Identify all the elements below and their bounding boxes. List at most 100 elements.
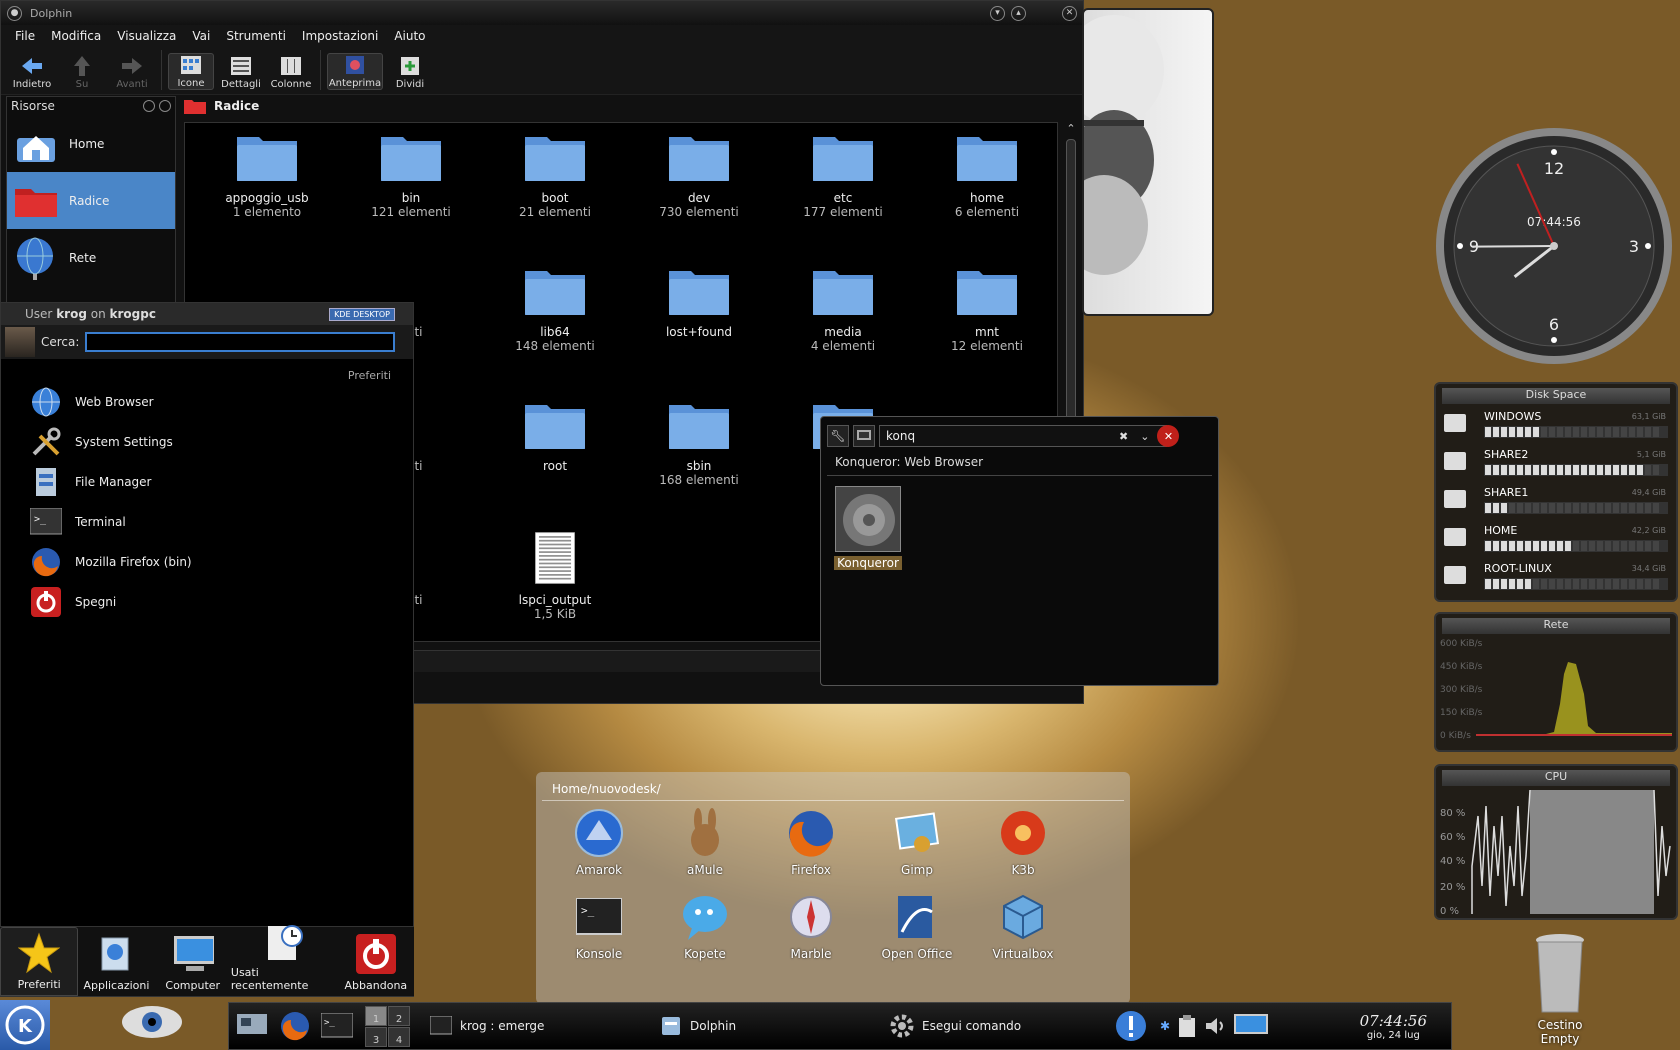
task-dolphin[interactable]: Dolphin — [646, 1015, 876, 1037]
maximize-icon[interactable]: ▴ — [1011, 5, 1026, 21]
toolbar: Indietro Su Avanti Icone Dettagli Colonn… — [1, 47, 1083, 95]
file-item[interactable]: sbin 168 elementi — [627, 397, 771, 531]
favorite-file-manager[interactable]: File Manager — [1, 462, 413, 502]
preview-button[interactable]: Anteprima — [327, 53, 383, 90]
terminal-icon[interactable]: >_ — [315, 1013, 359, 1039]
red-folder-icon — [13, 181, 59, 221]
firefox-icon[interactable] — [275, 1010, 315, 1042]
tab-computer[interactable]: Computer — [155, 927, 231, 996]
folder-icon — [525, 271, 585, 315]
desktop-icon-kopete[interactable]: Kopete — [652, 891, 758, 975]
file-item[interactable]: appoggio_usb 1 elemento — [195, 129, 339, 263]
network-title: Rete — [1442, 618, 1670, 634]
columns-view-button[interactable]: Colonne — [268, 55, 314, 90]
minimize-icon[interactable]: ▾ — [990, 5, 1005, 21]
pager-desktop-4[interactable]: 4 — [388, 1026, 410, 1047]
places-item-radice[interactable]: Radice — [7, 172, 175, 229]
clipboard-icon[interactable] — [1174, 1015, 1200, 1037]
desktop-icon-amarok[interactable]: Amarok — [546, 807, 652, 891]
kickoff-launcher-button[interactable]: K — [0, 1000, 50, 1050]
arrow-up-icon — [71, 55, 93, 77]
pager-desktop-2[interactable]: 2 — [388, 1005, 410, 1026]
dolphin-titlebar[interactable]: ● Dolphin ▾ ▴ ✕ — [1, 1, 1083, 25]
desktop-icon-marble[interactable]: Marble — [758, 891, 864, 975]
menu-visualizza[interactable]: Visualizza — [109, 29, 184, 43]
tab-abbandona[interactable]: Abbandona — [338, 927, 414, 996]
favorite-system-settings[interactable]: System Settings — [1, 422, 413, 462]
panel-close-icon[interactable] — [159, 100, 171, 112]
bluetooth-icon[interactable]: ✱ — [1156, 1019, 1174, 1033]
krunner-close-button[interactable]: ✕ — [1157, 425, 1180, 447]
split-button[interactable]: Dividi — [387, 55, 433, 90]
panel-float-icon[interactable] — [143, 100, 155, 112]
result-konqueror[interactable]: Konqueror — [833, 486, 903, 570]
menu-impostazioni[interactable]: Impostazioni — [294, 29, 386, 43]
favorite-terminal[interactable]: >_ Terminal — [1, 502, 413, 542]
network-graph: 600 KiB/s 450 KiB/s 300 KiB/s 150 KiB/s … — [1440, 639, 1672, 741]
desktop-icon-open-office[interactable]: Open Office — [864, 891, 970, 975]
file-item[interactable]: lspci_output 1,5 KiB — [483, 531, 627, 641]
details-view-button[interactable]: Dettagli — [218, 55, 264, 90]
search-input[interactable] — [85, 332, 396, 352]
display-icon[interactable] — [1230, 1014, 1272, 1038]
taskbar-clock[interactable]: 07:44:56 gio, 24 lug — [1360, 1012, 1451, 1041]
breadcrumb[interactable]: Radice — [184, 96, 259, 116]
desktop-icon-gimp[interactable]: Gimp — [864, 807, 970, 891]
forward-button[interactable]: Avanti — [109, 55, 155, 90]
task-manager-button[interactable] — [853, 425, 875, 447]
cpu-widget: CPU 80 % 60 % 40 % 20 % 0 % — [1434, 764, 1678, 920]
file-item[interactable]: lib64 148 elementi — [483, 263, 627, 397]
menu-vai[interactable]: Vai — [184, 29, 218, 43]
settings-wrench-button[interactable]: 🔧︎ — [827, 425, 849, 447]
favorite-spegni[interactable]: Spegni — [1, 582, 413, 622]
file-item[interactable]: home 6 elementi — [915, 129, 1057, 263]
menu-file[interactable]: File — [7, 29, 43, 43]
desktop-icon-konsole[interactable]: >_ Konsole — [546, 891, 652, 975]
folderview-path[interactable]: Home/nuovodesk/ — [542, 772, 1124, 801]
file-name: root — [542, 459, 568, 473]
tab-usati-recentemente[interactable]: Usati recentemente — [231, 925, 338, 996]
menu-strumenti[interactable]: Strumenti — [218, 29, 294, 43]
file-item[interactable]: lost+found — [627, 263, 771, 397]
pager-desktop-1[interactable]: 1 — [365, 1005, 387, 1026]
power-icon — [355, 933, 397, 975]
desktop-icon-firefox[interactable]: Firefox — [758, 807, 864, 891]
desktop-icon-amule[interactable]: aMule — [652, 807, 758, 891]
eye-icon[interactable] — [96, 1000, 208, 1050]
notification-icon[interactable] — [1106, 1009, 1156, 1043]
tab-applicazioni[interactable]: Applicazioni — [78, 927, 154, 996]
chevron-down-icon[interactable]: ⌄ — [1140, 430, 1149, 443]
desktop-icon-virtualbox[interactable]: Virtualbox — [970, 891, 1076, 975]
back-button[interactable]: Indietro — [9, 55, 55, 90]
window-menu-icon[interactable]: ● — [7, 5, 22, 21]
recent-clock-icon — [263, 922, 305, 962]
trash-widget[interactable]: Cestino Empty — [1522, 930, 1598, 1046]
places-item-home[interactable]: Home — [7, 115, 175, 172]
favorite-firefox[interactable]: Mozilla Firefox (bin) — [1, 542, 413, 582]
tab-preferiti[interactable]: Preferiti — [0, 927, 79, 996]
show-desktop-icon[interactable] — [229, 1014, 275, 1038]
close-icon[interactable]: ✕ — [1062, 5, 1077, 21]
file-item[interactable]: etc 177 elementi — [771, 129, 915, 263]
task-krog-emerge[interactable]: krog : emerge — [416, 1016, 646, 1036]
file-item[interactable]: dev 730 elementi — [627, 129, 771, 263]
volume-icon[interactable] — [1200, 1016, 1230, 1036]
task-esegui-comando[interactable]: Esegui comando — [876, 1014, 1106, 1038]
clear-icon[interactable]: ✖ — [1119, 430, 1128, 443]
file-item[interactable]: media 4 elementi — [771, 263, 915, 397]
file-item[interactable]: boot 21 elementi — [483, 129, 627, 263]
up-button[interactable]: Su — [59, 55, 105, 90]
scroll-up-icon[interactable]: ⌃ — [1064, 122, 1078, 135]
pager-desktop-3[interactable]: 3 — [365, 1026, 387, 1047]
result-title: Konqueror: Web Browser — [827, 455, 1212, 476]
file-item[interactable]: mnt 12 elementi — [915, 263, 1057, 397]
places-item-rete[interactable]: Rete — [7, 229, 175, 286]
file-item[interactable]: root — [483, 397, 627, 531]
amule-icon — [679, 807, 731, 859]
menu-aiuto[interactable]: Aiuto — [386, 29, 433, 43]
favorite-web-browser[interactable]: Web Browser — [1, 382, 413, 422]
menu-modifica[interactable]: Modifica — [43, 29, 109, 43]
icons-view-button[interactable]: Icone — [168, 53, 214, 90]
file-item[interactable]: bin 121 elementi — [339, 129, 483, 263]
desktop-icon-k3b[interactable]: K3b — [970, 807, 1076, 891]
